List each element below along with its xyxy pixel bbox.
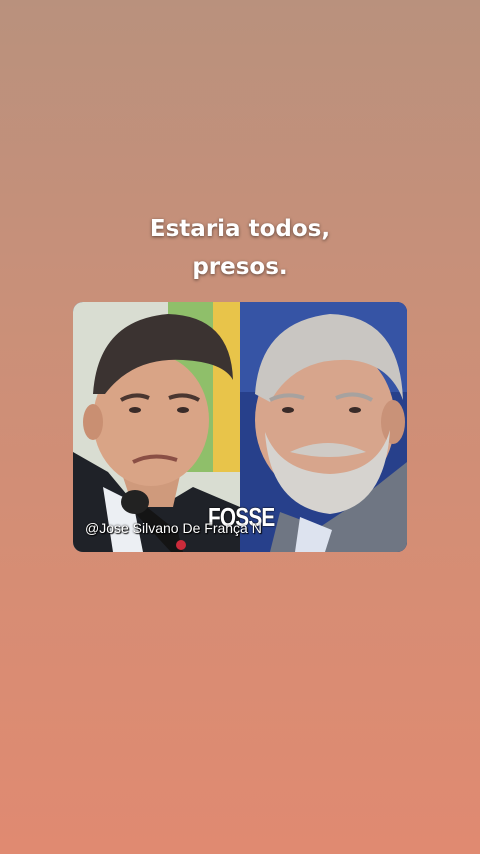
watermark-username: @Jose Silvano De França N	[85, 520, 262, 536]
caption-line-2: presos.	[192, 254, 288, 280]
photo-card: FOSSE @Jose Silvano De França N	[73, 302, 407, 552]
caption: Estaria todos, presos.	[0, 210, 480, 286]
caption-line-1: Estaria todos,	[149, 216, 331, 242]
